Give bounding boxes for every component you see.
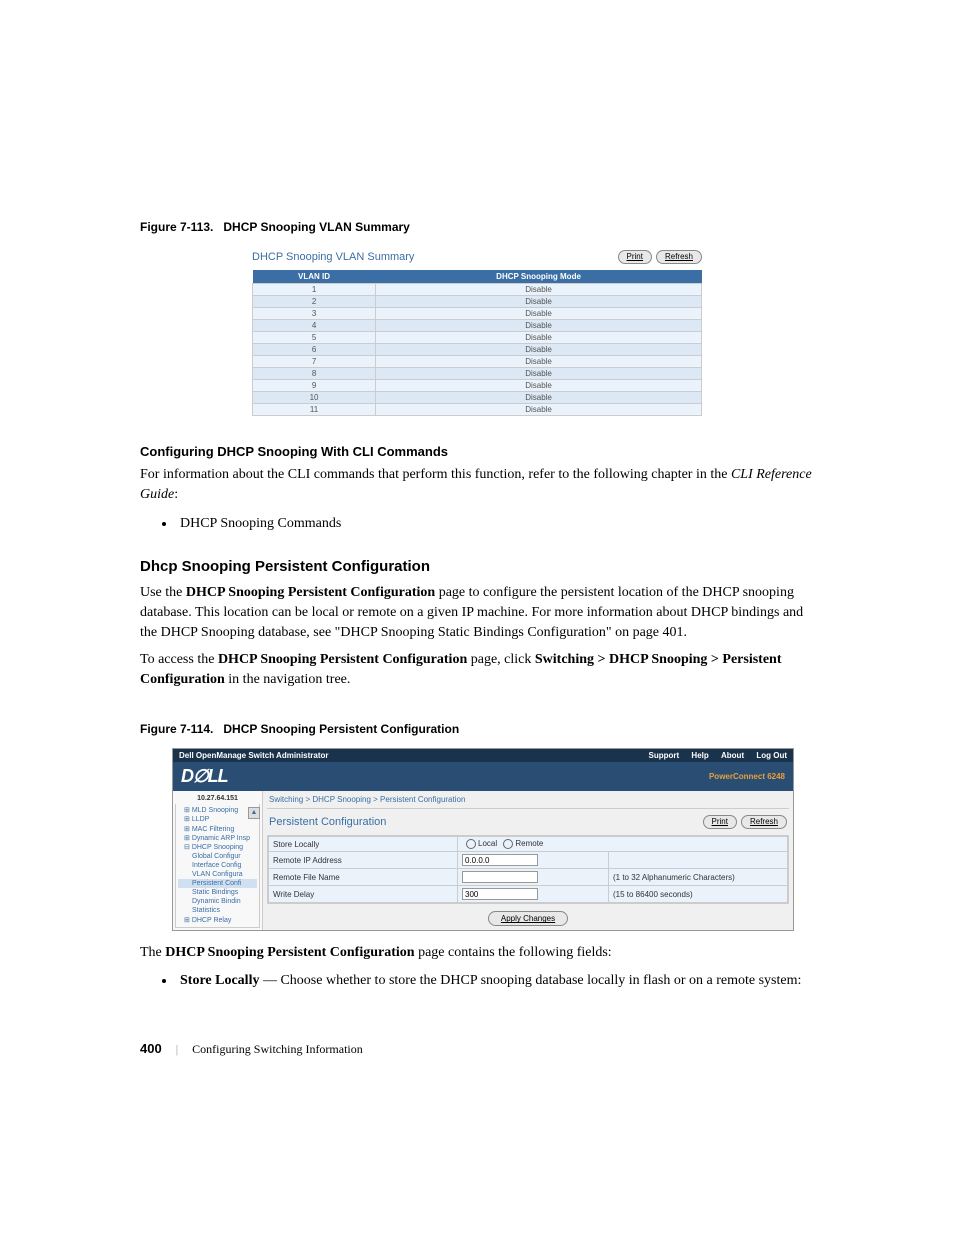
scroll-up-icon[interactable]: ▲ bbox=[248, 807, 260, 819]
logout-link[interactable]: Log Out bbox=[756, 751, 787, 760]
fig114-prefix: Figure 7-114. bbox=[140, 722, 213, 736]
tree-item-dhcp-snooping[interactable]: ⊟ DHCP Snooping bbox=[178, 843, 257, 852]
tree-item-interface-config[interactable]: Interface Config bbox=[178, 861, 257, 870]
remote-file-field[interactable] bbox=[462, 871, 538, 883]
vlan-summary-title: DHCP Snooping VLAN Summary bbox=[252, 251, 414, 263]
plus-icon: ⊞ bbox=[184, 835, 192, 842]
tree-item-lldp[interactable]: ⊞ LLDP bbox=[178, 815, 257, 824]
about-link[interactable]: About bbox=[721, 751, 744, 760]
table-row: 11 bbox=[253, 404, 376, 416]
store-locally-label: Store Locally bbox=[269, 837, 458, 852]
print-button[interactable]: Print bbox=[618, 250, 652, 264]
list-item: Store Locally — Choose whether to store … bbox=[176, 971, 814, 991]
table-row: Disable bbox=[376, 284, 702, 296]
dell-logo: D∅LL bbox=[181, 766, 228, 787]
table-row: 10 bbox=[253, 392, 376, 404]
ip-address: 10.27.64.151 bbox=[175, 793, 260, 804]
table-row: 3 bbox=[253, 308, 376, 320]
fig113-screenshot: DHCP Snooping VLAN Summary Print Refresh… bbox=[252, 246, 702, 416]
remote-file-label: Remote File Name bbox=[269, 869, 458, 886]
plus-icon: ⊞ bbox=[184, 807, 192, 814]
page-footer: 400 | Configuring Switching Information bbox=[140, 1041, 814, 1057]
plus-icon: ⊞ bbox=[184, 816, 192, 823]
plus-icon: ⊞ bbox=[184, 917, 192, 924]
table-row: 5 bbox=[253, 332, 376, 344]
file-hint: (1 to 32 Alphanumeric Characters) bbox=[609, 869, 788, 886]
tree-item-mld[interactable]: ⊞ MLD Snooping bbox=[178, 806, 257, 815]
tree-item-statistics[interactable]: Statistics bbox=[178, 906, 257, 915]
table-row: 1 bbox=[253, 284, 376, 296]
tree-item-vlan-config[interactable]: VLAN Configura bbox=[178, 870, 257, 879]
table-row: Disable bbox=[376, 308, 702, 320]
remote-ip-label: Remote IP Address bbox=[269, 852, 458, 869]
remote-ip-field[interactable] bbox=[462, 854, 538, 866]
radio-remote[interactable] bbox=[503, 839, 513, 849]
paragraph: Use the DHCP Snooping Persistent Configu… bbox=[140, 583, 814, 644]
support-link[interactable]: Support bbox=[649, 751, 680, 760]
tree-item-arp[interactable]: ⊞ Dynamic ARP Insp bbox=[178, 834, 257, 843]
refresh-button[interactable]: Refresh bbox=[741, 815, 787, 829]
table-row: Disable bbox=[376, 296, 702, 308]
table-row: Disable bbox=[376, 332, 702, 344]
tree-item-dynamic-bindings[interactable]: Dynamic Bindin bbox=[178, 897, 257, 906]
col-snooping-mode: DHCP Snooping Mode bbox=[376, 270, 702, 284]
footer-section-title: Configuring Switching Information bbox=[192, 1042, 363, 1057]
model-label: PowerConnect 6248 bbox=[709, 772, 785, 781]
table-row: 7 bbox=[253, 356, 376, 368]
tree-item-dhcp-relay[interactable]: ⊞ DHCP Relay bbox=[178, 916, 257, 925]
config-form: Store Locally Local Remote Remote IP Add… bbox=[267, 835, 789, 904]
tree-item-global-config[interactable]: Global Configur bbox=[178, 852, 257, 861]
write-delay-field[interactable] bbox=[462, 888, 538, 900]
paragraph: The DHCP Snooping Persistent Configurati… bbox=[140, 943, 814, 963]
table-row: Disable bbox=[376, 392, 702, 404]
panel-title: Persistent Configuration bbox=[269, 816, 386, 828]
paragraph: For information about the CLI commands t… bbox=[140, 465, 814, 506]
table-row: Disable bbox=[376, 380, 702, 392]
table-row: 8 bbox=[253, 368, 376, 380]
minus-icon: ⊟ bbox=[184, 844, 192, 851]
table-row: 9 bbox=[253, 380, 376, 392]
tree-item-persistent-config[interactable]: Persistent Confi bbox=[178, 879, 257, 888]
figure-caption-114: Figure 7-114. DHCP Snooping Persistent C… bbox=[140, 722, 814, 736]
plus-icon: ⊞ bbox=[184, 826, 192, 833]
table-row: 4 bbox=[253, 320, 376, 332]
table-row: Disable bbox=[376, 368, 702, 380]
table-row: Disable bbox=[376, 344, 702, 356]
fig114-screenshot: Dell OpenManage Switch Administrator Sup… bbox=[172, 748, 794, 930]
radio-local[interactable] bbox=[466, 839, 476, 849]
fig113-title: DHCP Snooping VLAN Summary bbox=[223, 220, 409, 234]
help-link[interactable]: Help bbox=[691, 751, 708, 760]
tree-item-mac[interactable]: ⊞ MAC Filtering bbox=[178, 825, 257, 834]
subheading-cli: Configuring DHCP Snooping With CLI Comma… bbox=[140, 444, 814, 459]
footer-separator: | bbox=[176, 1042, 178, 1057]
paragraph: To access the DHCP Snooping Persistent C… bbox=[140, 650, 814, 691]
table-row: 6 bbox=[253, 344, 376, 356]
list-item: DHCP Snooping Commands bbox=[176, 514, 814, 534]
fig114-title: DHCP Snooping Persistent Configuration bbox=[223, 722, 459, 736]
print-button[interactable]: Print bbox=[703, 815, 737, 829]
table-row: 2 bbox=[253, 296, 376, 308]
vlan-summary-table: VLAN ID DHCP Snooping Mode 1Disable 2Dis… bbox=[252, 270, 702, 416]
write-delay-label: Write Delay bbox=[269, 886, 458, 903]
breadcrumb: Switching > DHCP Snooping > Persistent C… bbox=[267, 791, 789, 809]
table-row: Disable bbox=[376, 356, 702, 368]
figure-caption-113: Figure 7-113. DHCP Snooping VLAN Summary bbox=[140, 220, 814, 234]
table-row: Disable bbox=[376, 404, 702, 416]
page-number: 400 bbox=[140, 1041, 162, 1056]
col-vlan-id: VLAN ID bbox=[253, 270, 376, 284]
app-title: Dell OpenManage Switch Administrator bbox=[179, 751, 329, 760]
section-heading-persistent: Dhcp Snooping Persistent Configuration bbox=[140, 558, 814, 575]
tree-item-static-bindings[interactable]: Static Bindings bbox=[178, 888, 257, 897]
apply-changes-button[interactable]: Apply Changes bbox=[488, 911, 568, 926]
nav-tree: 10.27.64.151 ▲ ⊞ MLD Snooping ⊞ LLDP ⊞ M… bbox=[173, 791, 263, 929]
delay-hint: (15 to 86400 seconds) bbox=[609, 886, 788, 903]
table-row: Disable bbox=[376, 320, 702, 332]
fig113-prefix: Figure 7-113. bbox=[140, 220, 213, 234]
refresh-button[interactable]: Refresh bbox=[656, 250, 702, 264]
